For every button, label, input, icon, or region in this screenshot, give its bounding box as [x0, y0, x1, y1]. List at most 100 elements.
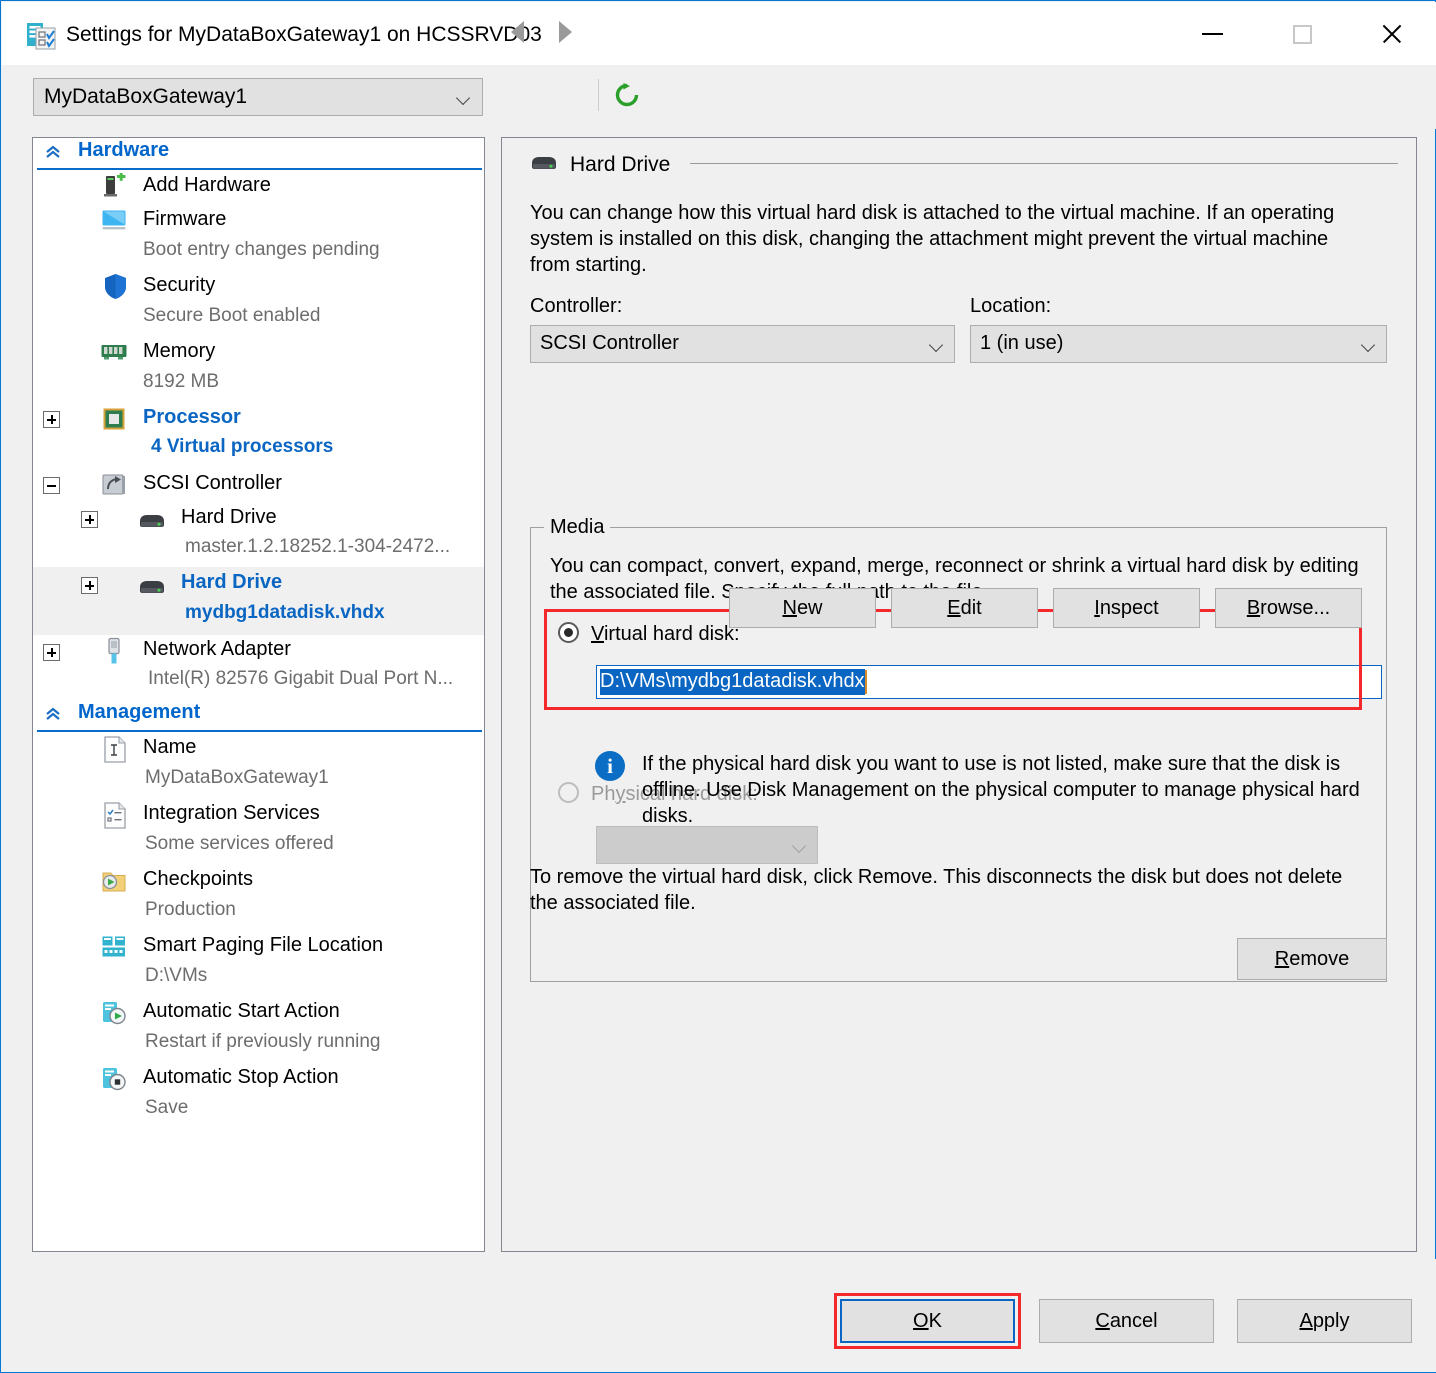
sidebar-item-network-adapter[interactable]: Network Adapter Intel(R) 82576 Gigabit D…: [33, 635, 484, 700]
minimize-icon: [1201, 33, 1223, 35]
edit-button[interactable]: Edit: [891, 588, 1038, 628]
apply-button[interactable]: Apply: [1237, 1299, 1412, 1343]
browse-button[interactable]: Browse...: [1215, 588, 1362, 628]
close-button[interactable]: [1358, 3, 1426, 65]
info-icon: i: [595, 751, 625, 781]
vm-selector-dropdown[interactable]: MyDataBoxGateway1: [33, 78, 483, 116]
toolbar: MyDataBoxGateway1: [2, 65, 1436, 129]
sidebar-item-label: Checkpoints: [143, 868, 254, 890]
virtual-hard-disk-label-rest: irtual hard disk:: [603, 623, 740, 645]
sidebar-item-label: Integration Services: [143, 802, 320, 824]
settings-window: Settings for MyDataBoxGateway1 on HCSSRV…: [0, 0, 1436, 1373]
sidebar-item-smart-paging-file-location[interactable]: Smart Paging File Location D:\VMs: [33, 930, 484, 996]
expander-minus-icon[interactable]: [43, 477, 60, 494]
auto-start-icon: [101, 1000, 127, 1031]
arrow-right-icon: [559, 21, 572, 43]
sidebar-item-hard-drive-mydbg1datadisk[interactable]: Hard Drive mydbg1datadisk.vhdx: [33, 567, 484, 635]
cancel-button[interactable]: Cancel: [1039, 1299, 1214, 1343]
chevron-down-icon: [457, 91, 470, 109]
physical-hard-disk-radio[interactable]: [558, 782, 579, 803]
sidebar-item-hard-drive-master[interactable]: Hard Drive master.1.2.18252.1-304-2472..…: [33, 503, 484, 567]
virtual-hard-disk-label: Virtual hard disk:: [591, 623, 740, 646]
collapse-chevron-icon: [44, 706, 62, 724]
remove-button[interactable]: Remove: [1237, 938, 1387, 980]
sidebar-item-sublabel: Intel(R) 82576 Gigabit Dual Port N...: [148, 668, 454, 689]
location-dropdown[interactable]: 1 (in use): [970, 325, 1387, 363]
sidebar-item-memory[interactable]: Memory 8192 MB: [33, 336, 484, 402]
sidebar-item-checkpoints[interactable]: Checkpoints Production: [33, 864, 484, 930]
toolbar-divider: [598, 79, 599, 111]
sidebar-item-scsi-controller[interactable]: SCSI Controller: [33, 468, 484, 503]
refresh-icon: [615, 83, 639, 107]
forward-button[interactable]: [559, 21, 585, 47]
settings-vm-icon: [26, 20, 56, 50]
sidebar-item-sublabel: Some services offered: [145, 833, 334, 854]
sidebar-item-sublabel: 8192 MB: [143, 371, 220, 392]
dialog-footer: OK Cancel Apply: [2, 1259, 1436, 1372]
section-label: Management: [78, 701, 201, 723]
title-bar: Settings for MyDataBoxGateway1 on HCSSRV…: [2, 2, 1436, 65]
sidebar-item-name[interactable]: Name MyDataBoxGateway1: [33, 732, 484, 798]
sidebar-item-automatic-stop-action[interactable]: Automatic Stop Action Save: [33, 1062, 484, 1128]
sidebar-item-automatic-start-action[interactable]: Automatic Start Action Restart if previo…: [33, 996, 484, 1062]
processor-icon: [101, 406, 127, 437]
details-header: Hard Drive: [530, 152, 670, 178]
sidebar-item-security[interactable]: Security Secure Boot enabled: [33, 270, 484, 336]
sidebar-item-label: Automatic Start Action: [143, 1000, 340, 1022]
close-icon: [1380, 22, 1404, 46]
sidebar-item-sublabel: Secure Boot enabled: [143, 305, 321, 326]
expander-plus-icon[interactable]: [43, 411, 60, 428]
sidebar-item-add-hardware[interactable]: Add Hardware: [33, 170, 484, 204]
tree-section-hardware[interactable]: Hardware: [33, 138, 484, 168]
expander-plus-icon[interactable]: [81, 511, 98, 528]
sidebar-item-label: Processor: [143, 406, 241, 428]
details-description: You can change how this virtual hard dis…: [530, 202, 1335, 276]
sidebar-item-sublabel: master.1.2.18252.1-304-2472...: [185, 536, 451, 557]
firmware-icon: [101, 208, 127, 239]
tree-section-management[interactable]: Management: [33, 700, 484, 730]
sidebar-item-label: Name: [143, 736, 197, 758]
chevron-down-icon: [930, 338, 943, 356]
sidebar-item-label: Add Hardware: [143, 174, 271, 196]
chevron-down-icon: [1362, 338, 1375, 356]
physical-hard-disk-info-text: If the physical hard disk you want to us…: [642, 753, 1360, 827]
scsi-controller-icon: [101, 472, 127, 503]
ok-button[interactable]: OK: [840, 1299, 1015, 1343]
sidebar-item-label: Firmware: [143, 208, 227, 230]
sidebar-item-label: SCSI Controller: [143, 472, 282, 494]
section-label: Hardware: [78, 139, 170, 161]
controller-dropdown[interactable]: SCSI Controller: [530, 325, 955, 363]
sidebar-item-integration-services[interactable]: Integration Services Some services offer…: [33, 798, 484, 864]
network-adapter-icon: [105, 637, 123, 670]
sidebar-item-processor[interactable]: Processor 4 Virtual processors: [33, 402, 484, 468]
details-header-label: Hard Drive: [570, 153, 671, 176]
virtual-hard-disk-radio[interactable]: [558, 622, 579, 643]
maximize-button[interactable]: [1268, 3, 1336, 65]
media-groupbox-label: Media: [544, 516, 611, 539]
new-button[interactable]: New: [729, 588, 876, 628]
vm-selector-value: MyDataBoxGateway1: [44, 85, 248, 108]
expander-plus-icon[interactable]: [43, 644, 60, 661]
settings-tree-panel[interactable]: Hardware Add Hardware Firmware Boot entr…: [32, 137, 485, 1252]
memory-icon: [101, 344, 127, 365]
back-button[interactable]: [511, 21, 537, 47]
sidebar-item-label: Automatic Stop Action: [143, 1066, 339, 1088]
remove-description: To remove the virtual hard disk, click R…: [530, 866, 1343, 914]
virtual-hard-disk-path-input[interactable]: D:\VMs\mydbg1datadisk.vhdx: [596, 665, 1382, 699]
sidebar-item-label: Memory: [143, 340, 216, 362]
sidebar-item-sublabel: Save: [145, 1097, 189, 1118]
sidebar-item-firmware[interactable]: Firmware Boot entry changes pending: [33, 204, 484, 270]
security-shield-icon: [103, 273, 128, 305]
physical-hard-disk-dropdown[interactable]: [596, 826, 818, 864]
refresh-button[interactable]: [613, 81, 641, 109]
accelerator-char: V: [591, 623, 604, 645]
inspect-button[interactable]: Inspect: [1053, 588, 1200, 628]
sidebar-item-sublabel: Production: [145, 899, 236, 920]
location-value: 1 (in use): [980, 332, 1064, 354]
expander-plus-icon[interactable]: [81, 577, 98, 594]
location-label: Location:: [970, 295, 1052, 317]
add-hardware-icon: [101, 172, 127, 204]
sidebar-item-sublabel: Restart if previously running: [145, 1031, 381, 1052]
minimize-button[interactable]: [1178, 3, 1246, 65]
arrow-left-icon: [511, 21, 524, 43]
